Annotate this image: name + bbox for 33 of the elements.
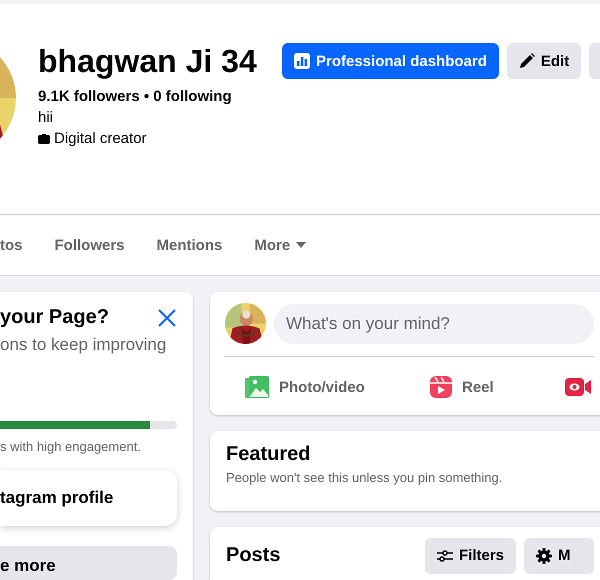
settings-icon — [536, 548, 552, 564]
progress-hint: s with high engagement. — [0, 439, 142, 454]
tab[interactable]: More — [243, 218, 318, 272]
tab[interactable]: Mentions — [146, 218, 234, 272]
reel-icon — [430, 376, 452, 398]
photo-icon — [245, 376, 269, 398]
tab[interactable]: tos — [0, 218, 34, 272]
see-more-button[interactable]: e more — [0, 546, 177, 580]
section-title: Posts — [226, 544, 282, 567]
photo-video-button[interactable]: Photo/video — [245, 365, 430, 409]
caret-icon — [296, 242, 306, 248]
edit-button[interactable]: Edit — [506, 43, 582, 79]
card-subtitle: ons to keep improving — [0, 335, 168, 355]
reel-button[interactable]: Reel — [430, 365, 565, 409]
post-input-field[interactable]: What's on your mind? — [274, 304, 594, 344]
video-camera-icon — [565, 378, 591, 396]
section-title: Featured — [226, 443, 312, 466]
follower-stats: 9.1K followers • 0 following — [38, 88, 233, 105]
manage-button[interactable]: M — [524, 538, 594, 574]
card-title: your Page? — [0, 306, 109, 329]
page-bio: hii — [38, 109, 54, 126]
briefcase-icon — [38, 134, 50, 144]
page-category: Digital creator — [54, 130, 147, 147]
filters-button[interactable]: Filters — [424, 538, 516, 574]
chart-icon — [294, 53, 310, 69]
task-card[interactable]: tagram profile — [0, 470, 177, 526]
close-icon[interactable] — [157, 308, 177, 328]
sliders-icon — [436, 548, 453, 562]
pencil-icon — [518, 53, 535, 69]
section-subtitle: People won't see this unless you pin something. — [226, 470, 504, 485]
dashboard-button[interactable]: Professional dashboard — [282, 43, 499, 79]
tab[interactable]: Followers — [44, 218, 136, 272]
page-name: bhagwan Ji 34 — [38, 42, 258, 80]
